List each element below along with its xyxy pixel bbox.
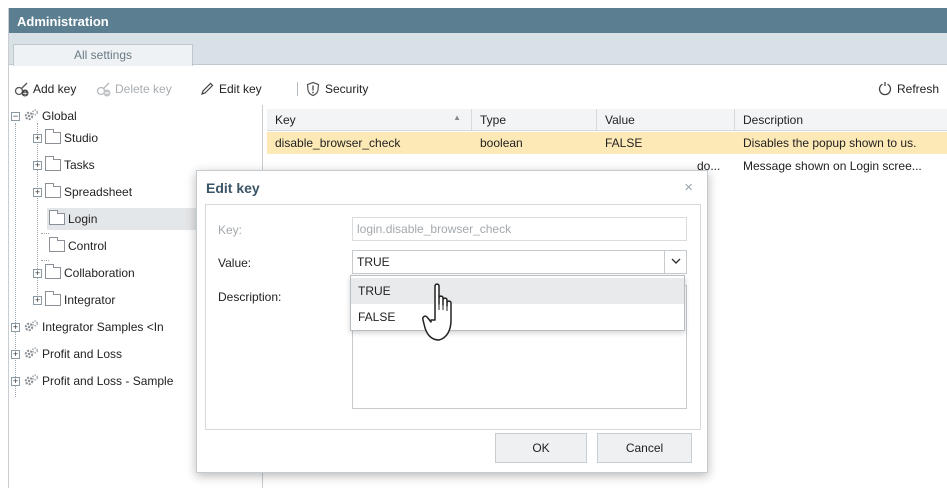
cell-value: FALSE <box>605 136 643 150</box>
gear-icon <box>23 373 39 389</box>
folder-icon <box>45 183 61 198</box>
shield-icon <box>305 81 321 97</box>
gear-icon <box>23 346 39 362</box>
tree-item-label: Profit and Loss - Sample <box>42 374 174 388</box>
security-button[interactable]: Security <box>305 80 368 98</box>
tree-item-control[interactable]: Control <box>49 235 107 257</box>
cell-key: disable_browser_check <box>275 136 401 150</box>
cancel-button[interactable]: Cancel <box>597 433 692 463</box>
tree-item-global[interactable]: − Global <box>11 105 77 127</box>
expand-icon[interactable]: + <box>33 295 42 305</box>
tree-connector <box>41 233 49 234</box>
refresh-label: Refresh <box>897 82 940 96</box>
tree-item-profit-and-loss-sample[interactable]: + Profit and Loss - Sample <box>11 370 173 392</box>
dropdown-option-true[interactable]: TRUE <box>351 278 684 304</box>
delete-key-icon <box>95 81 111 97</box>
expand-icon[interactable]: + <box>33 268 42 278</box>
folder-icon <box>45 156 61 171</box>
column-header-description[interactable]: Description <box>735 109 947 131</box>
add-key-icon: + <box>13 81 29 98</box>
tree-item-label: Profit and Loss <box>42 347 123 361</box>
cell-type: boolean <box>480 136 523 150</box>
dropdown-option-false[interactable]: FALSE <box>351 304 684 330</box>
refresh-icon <box>877 81 893 97</box>
column-header-value[interactable]: Value <box>597 109 735 131</box>
tree-item-label: Global <box>42 109 77 123</box>
delete-key-button[interactable]: Delete key <box>95 80 172 98</box>
pencil-icon <box>199 81 215 97</box>
tree-item-collaboration[interactable]: + Collaboration <box>33 262 135 284</box>
tree-item-spreadsheet[interactable]: + Spreadsheet <box>33 181 132 203</box>
delete-key-label: Delete key <box>115 82 172 96</box>
folder-icon <box>45 264 61 279</box>
tree-item-label: Control <box>68 239 107 253</box>
expand-icon[interactable]: + <box>33 187 42 197</box>
edit-key-button[interactable]: Edit key <box>199 80 262 98</box>
tree-item-tasks[interactable]: + Tasks <box>33 154 95 176</box>
column-header-label: Key <box>275 113 296 127</box>
tree-item-integrator[interactable]: + Integrator <box>33 289 115 311</box>
value-label: Value: <box>218 256 252 270</box>
tree-connector <box>41 260 49 261</box>
folder-icon <box>45 129 61 144</box>
tree-item-label: Tasks <box>64 158 95 172</box>
collapse-icon[interactable]: − <box>11 111 20 121</box>
expand-icon[interactable]: + <box>11 322 20 332</box>
security-label: Security <box>325 82 369 96</box>
svg-text:+: + <box>22 90 28 97</box>
window-title: Administration <box>9 8 947 33</box>
hand-cursor-icon <box>421 282 465 346</box>
tree-item-label: Login <box>68 212 98 226</box>
tree-item-label: Integrator <box>64 293 116 307</box>
add-key-button[interactable]: + Add key <box>13 80 76 98</box>
sort-ascending-icon: ▲ <box>453 113 461 122</box>
tree-item-studio[interactable]: + Studio <box>33 127 98 149</box>
folder-icon <box>45 291 61 306</box>
value-select[interactable]: TRUE <box>352 250 687 274</box>
edit-key-label: Edit key <box>219 82 262 96</box>
tree-item-label: Integrator Samples <In <box>42 320 164 334</box>
expand-icon[interactable]: + <box>33 133 42 143</box>
add-key-label: Add key <box>33 82 77 96</box>
expand-icon[interactable]: + <box>11 376 20 386</box>
dialog-title: Edit key <box>206 180 260 196</box>
tree-item-label: Spreadsheet <box>64 185 133 199</box>
table-row[interactable]: disable_browser_check boolean FALSE Disa… <box>267 132 947 154</box>
cell-description: Disables the popup shown to us. <box>743 136 917 150</box>
tree-item-profit-and-loss[interactable]: + Profit and Loss <box>11 343 122 365</box>
key-field: login.disable_browser_check <box>352 217 687 241</box>
tree-item-label: Collaboration <box>64 266 135 280</box>
tree-item-label: Studio <box>64 131 99 145</box>
expand-icon[interactable]: + <box>33 160 42 170</box>
tab-strip: All settings <box>9 33 947 66</box>
refresh-button[interactable]: Refresh <box>877 80 939 98</box>
tab-all-settings[interactable]: All settings <box>13 44 193 66</box>
value-select-text: TRUE <box>357 255 390 269</box>
gear-icon <box>23 108 39 124</box>
column-header-type[interactable]: Type <box>472 109 597 131</box>
grid-header: Key ▲ Type Value Description <box>267 109 947 131</box>
folder-icon <box>49 210 65 225</box>
gear-icon <box>23 319 39 335</box>
expand-icon[interactable]: + <box>11 349 20 359</box>
tree-item-integrator-samples[interactable]: + Integrator Samples <In <box>11 316 164 338</box>
column-header-key[interactable]: Key ▲ <box>267 109 472 131</box>
toolbar: + Add key Delete key Edit key Security R… <box>9 76 947 102</box>
toolbar-separator <box>297 82 298 96</box>
folder-icon <box>49 237 65 252</box>
ok-button[interactable]: OK <box>495 433 587 463</box>
chevron-down-icon[interactable] <box>664 251 686 273</box>
close-icon[interactable]: × <box>684 179 693 196</box>
value-dropdown-list: TRUE FALSE <box>350 275 685 331</box>
cell-description: Message shown on Login scree... <box>743 159 922 173</box>
description-label: Description: <box>218 290 282 304</box>
tree-item-login[interactable]: Login <box>47 208 197 230</box>
key-label: Key: <box>218 223 243 237</box>
